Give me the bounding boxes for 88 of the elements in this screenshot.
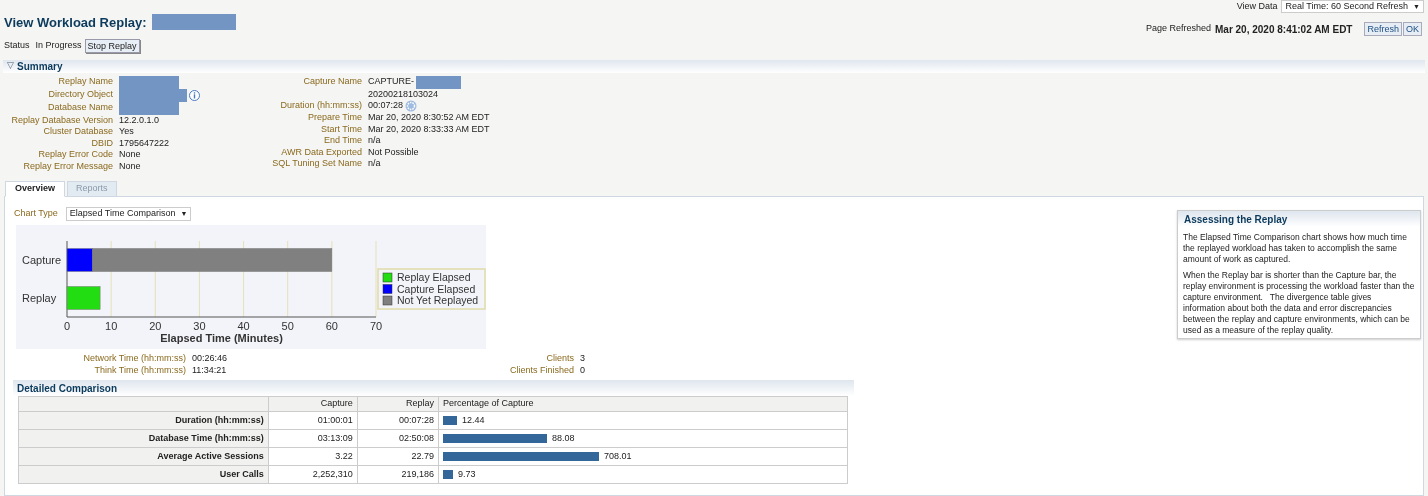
- field-label: DBID: [90, 137, 113, 149]
- field-label: Chart Type: [14, 207, 58, 221]
- field-value: 3: [580, 353, 586, 365]
- field-label: Start Time: [320, 123, 362, 135]
- legend-label: Replay Elapsed: [397, 271, 471, 283]
- table-cell: 219,186: [357, 465, 439, 484]
- field-label: SQL Tuning Set Name: [271, 158, 362, 170]
- axis-tick-label: 0: [63, 320, 71, 332]
- legend-label: Not Yet Replayed: [397, 294, 479, 306]
- refreshed-label: Page Refreshed: [1145, 22, 1211, 36]
- page-title: View Workload Replay:: [4, 13, 147, 32]
- field-label: AWR Data Exported: [280, 146, 362, 158]
- field-value: 00:26:46: [192, 353, 229, 365]
- field-label: End Time: [322, 135, 362, 147]
- field-value: n/a: [368, 135, 381, 147]
- field-label: Capture Name: [302, 75, 362, 88]
- field-value: 11:34:21: [192, 364, 228, 376]
- table-cell: 02:50:08: [357, 429, 439, 448]
- status-label: Status: [4, 38, 30, 52]
- percentage-value: 9.73: [458, 468, 476, 480]
- collapse-toggle[interactable]: ▽: [7, 59, 14, 73]
- field-label: Clients: [545, 353, 574, 365]
- table-cell: 00:07:28: [357, 411, 439, 430]
- view-data-label: View Data: [1236, 0, 1278, 13]
- help-title: Assessing the Replay: [1184, 212, 1288, 227]
- field-label: Cluster Database: [42, 126, 113, 138]
- field-value: 00:07:28: [368, 100, 404, 112]
- axis-tick-label: 30: [193, 320, 206, 332]
- axis-tick-label: 70: [369, 320, 383, 332]
- column-header: Percentage of Capture: [438, 396, 848, 412]
- axis-tick-label: 40: [237, 320, 250, 332]
- section-title: Summary: [17, 59, 63, 74]
- field-value: Mar 20, 2020 8:30:52 AM EDT: [368, 112, 490, 124]
- percentage-value: 708.01: [604, 450, 632, 462]
- field-value: None: [119, 160, 141, 172]
- percentage-value: 12.44: [462, 414, 485, 426]
- field-value: 12.2.0.1.0: [119, 114, 160, 126]
- refresh-button[interactable]: OK: [1403, 22, 1422, 36]
- table-cell: 2,252,310: [268, 465, 358, 484]
- percentage-value: 88.08: [552, 432, 575, 444]
- field-label: Replay Error Message: [22, 160, 113, 172]
- field-label: Duration (hh:mm:ss): [279, 100, 362, 112]
- legend-swatch: [382, 272, 393, 283]
- legend-swatch: [382, 284, 393, 294]
- info-icon[interactable]: [189, 89, 200, 101]
- help-text: The Elapsed Time Comparison chart shows how much time the replayed workload has taken to accomplish the same amount of work as captured.: [1182, 232, 1408, 265]
- table-cell: 03:13:09: [268, 429, 358, 448]
- tab[interactable]: Overview: [5, 181, 66, 197]
- field-value: Not Possible: [368, 146, 419, 158]
- field-value: 1795647222: [119, 137, 170, 149]
- field-value: CAPTURE-: [368, 76, 414, 88]
- field-label: Replay Name: [57, 75, 113, 88]
- legend-label: Capture Elapsed: [397, 282, 476, 295]
- field-value: n/a: [368, 158, 381, 170]
- status-value: In Progress: [35, 38, 82, 52]
- field-value: None: [119, 149, 141, 161]
- field-value: Yes: [119, 126, 134, 138]
- field-label: Clients Finished: [508, 364, 574, 376]
- field-value: 20200218103024: [368, 88, 440, 100]
- section-title: Detailed Comparison: [17, 381, 118, 396]
- column-header: Capture: [268, 396, 358, 412]
- category-label: Replay: [22, 292, 57, 304]
- field-label: Replay Error Code: [37, 149, 113, 161]
- spinner-icon: [405, 100, 418, 112]
- table-cell: 22.79: [357, 447, 439, 466]
- field-value: Mar 20, 2020 8:33:33 AM EDT: [368, 123, 490, 135]
- stop-replay-button[interactable]: Stop Replay: [84, 38, 140, 53]
- field-label: Replay Database Version: [10, 114, 113, 126]
- field-label: Database Name: [46, 101, 113, 114]
- axis-title: Elapsed Time (Minutes): [160, 332, 283, 344]
- bar: [66, 286, 101, 310]
- field-label: Think Time (hh:mm:ss): [93, 364, 186, 376]
- table-cell: 01:00:01: [268, 411, 358, 430]
- refresh-button[interactable]: Refresh: [1364, 22, 1402, 36]
- axis-tick-label: 60: [325, 320, 338, 332]
- axis-tick-label: 20: [149, 320, 162, 332]
- field-label: Directory Object: [47, 88, 113, 101]
- field-label: Network Time (hh:mm:ss): [82, 353, 186, 365]
- help-text: When the Replay bar is shorter than the Capture bar, the replay environment is processing the workload faster than the capture environment. The divergence table gives information about both the data and error discrepancies between the replay and capture environments, which can be used as a measure of the replay quality.: [1182, 270, 1416, 336]
- column-header: Replay: [357, 396, 439, 412]
- refreshed-time: Mar 20, 2020 8:41:02 AM EDT: [1215, 22, 1353, 37]
- category-label: Capture: [22, 254, 62, 266]
- legend-swatch: [382, 295, 393, 306]
- field-label: Prepare Time: [306, 112, 362, 124]
- axis-tick-label: 10: [105, 320, 118, 332]
- table-cell: 3.22: [268, 447, 358, 466]
- field-value: 0: [580, 364, 586, 376]
- axis-tick-label: 50: [281, 320, 294, 332]
